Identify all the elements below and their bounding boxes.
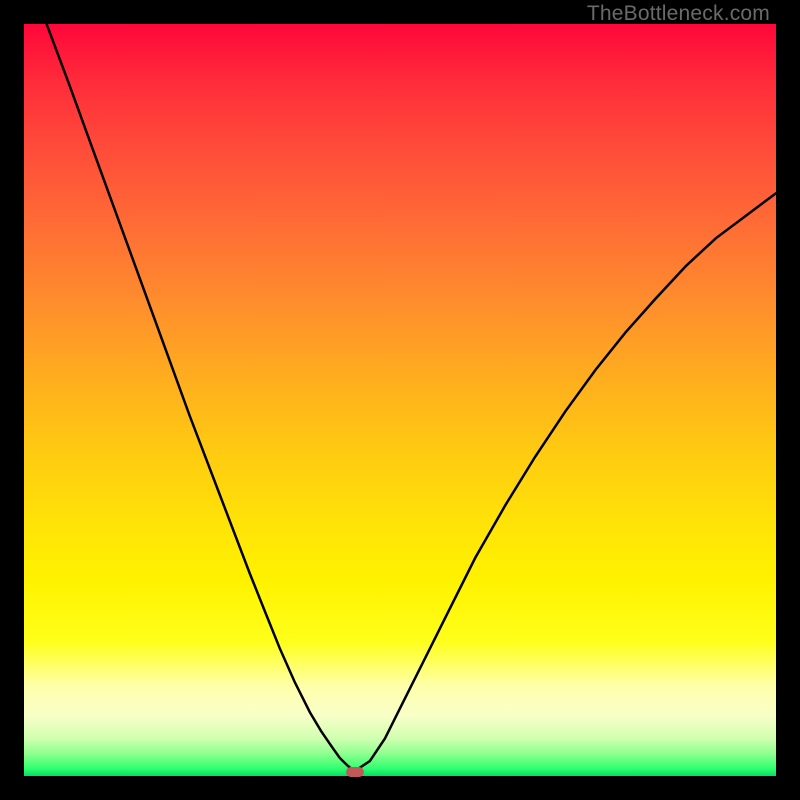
curve-left-path bbox=[47, 24, 352, 769]
bottleneck-curve bbox=[24, 24, 776, 776]
optimal-point-marker bbox=[346, 767, 364, 777]
curve-right-path bbox=[359, 193, 776, 768]
watermark-text: TheBottleneck.com bbox=[587, 2, 770, 26]
